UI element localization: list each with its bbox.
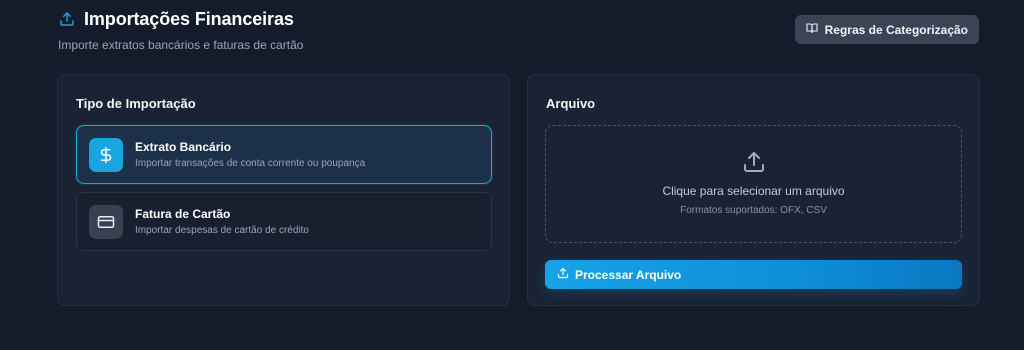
supported-formats: Formatos suportados: OFX, CSV <box>680 205 827 216</box>
process-button-label: Processar Arquivo <box>575 267 682 282</box>
option-credit-card-bill[interactable]: Fatura de Cartão Importar despesas de ca… <box>76 192 492 251</box>
file-card: Arquivo Clique para selecionar um arquiv… <box>527 74 980 306</box>
import-type-title: Tipo de Importação <box>76 96 196 111</box>
file-card-title: Arquivo <box>546 96 596 111</box>
page-title: Importações Financeiras <box>84 8 294 29</box>
import-type-card: Tipo de Importação Extrato Bancário Impo… <box>57 74 510 306</box>
option-text: Extrato Bancário Importar transações de … <box>135 140 365 169</box>
option-title: Fatura de Cartão <box>135 207 231 221</box>
rules-button-label: Regras de Categorização <box>824 22 968 37</box>
upload-icon <box>742 150 766 174</box>
option-bank-statement[interactable]: Extrato Bancário Importar transações de … <box>76 125 492 184</box>
file-dropzone[interactable]: Clique para selecionar um arquivo Format… <box>545 125 962 243</box>
process-file-button[interactable]: Processar Arquivo <box>545 260 962 289</box>
option-description: Importar despesas de cartão de crédito <box>135 225 309 236</box>
option-title: Extrato Bancário <box>135 140 232 154</box>
upload-icon <box>557 267 569 282</box>
book-icon <box>806 22 818 37</box>
upload-icon <box>58 10 76 28</box>
option-text: Fatura de Cartão Importar despesas de ca… <box>135 207 309 236</box>
dropzone-text: Clique para selecionar um arquivo <box>662 184 845 198</box>
credit-card-icon <box>89 204 123 239</box>
categorization-rules-button[interactable]: Regras de Categorização <box>794 15 979 44</box>
page-header: Importações Financeiras Importe extratos… <box>58 8 979 53</box>
dollar-icon <box>89 137 123 172</box>
option-description: Importar transações de conta corrente ou… <box>135 158 366 169</box>
